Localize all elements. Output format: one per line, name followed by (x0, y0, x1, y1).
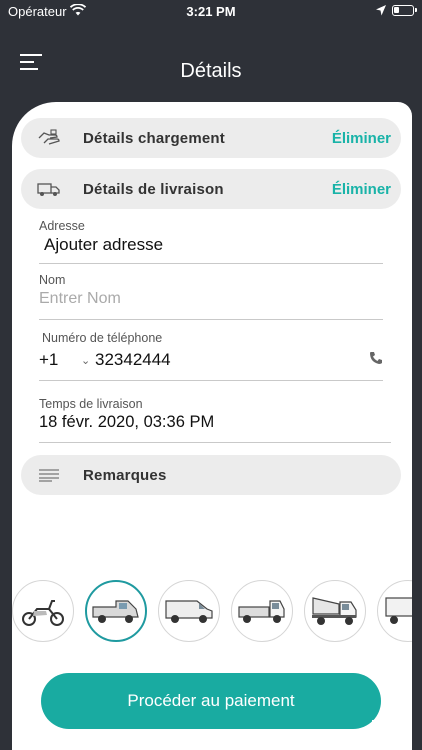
proceed-to-payment-button[interactable]: Procéder au paiement (41, 673, 381, 729)
name-label: Nom (39, 273, 66, 287)
chevron-down-icon[interactable]: ⌄ (81, 354, 93, 367)
vehicle-tipper-truck[interactable] (304, 580, 366, 642)
address-field[interactable]: Adresse Ajouter adresse (39, 219, 383, 264)
delivery-details-label: Détails de livraison (83, 180, 224, 198)
remarks-row[interactable]: Remarques (21, 455, 401, 495)
lines-icon (35, 468, 63, 482)
delivery-time-label: Temps de livraison (39, 397, 143, 411)
country-code-select[interactable]: +1 (39, 350, 81, 370)
clock: 3:21 PM (186, 4, 236, 19)
delivery-remove-link[interactable]: Éliminer (332, 181, 391, 198)
truck-icon (35, 181, 63, 197)
name-field[interactable]: Nom Entrer Nom (39, 273, 383, 320)
page-title: Détails (180, 60, 242, 82)
vehicle-scooter[interactable] (12, 580, 74, 642)
address-value[interactable]: Ajouter adresse (44, 235, 383, 255)
pickup-icon (92, 600, 139, 623)
vehicle-selector (12, 578, 412, 644)
phone-number-input[interactable]: 32342444 (95, 350, 369, 370)
tipper-truck-icon (312, 597, 357, 625)
vehicle-van[interactable] (158, 580, 220, 642)
details-card: Détails chargement Éliminer Détails de l… (12, 102, 412, 750)
address-label: Adresse (39, 219, 85, 233)
loading-details-label: Détails chargement (83, 129, 225, 147)
delivery-time-value[interactable]: 18 févr. 2020, 03:36 PM (39, 413, 391, 432)
phone-field[interactable]: Numéro de téléphone +1 ⌄ 32342444 (39, 331, 383, 381)
box-truck-icon (385, 597, 412, 624)
van-icon (165, 600, 213, 623)
loading-details-row[interactable]: Détails chargement Éliminer (21, 118, 401, 158)
loading-hand-icon (35, 129, 63, 147)
delivery-time-field[interactable]: Temps de livraison 18 févr. 2020, 03:36 … (39, 397, 391, 443)
vehicle-pickup[interactable] (85, 580, 147, 642)
loading-remove-link[interactable]: Éliminer (332, 130, 391, 147)
phone-icon[interactable] (369, 351, 383, 370)
vehicle-box-truck[interactable] (377, 580, 412, 642)
name-input[interactable]: Entrer Nom (39, 290, 383, 308)
remarks-label: Remarques (83, 466, 167, 484)
status-bar: Opérateur 3:21 PM (0, 0, 422, 24)
battery-icon (392, 5, 417, 16)
vehicle-small-truck[interactable] (231, 580, 293, 642)
scooter-icon (22, 600, 64, 626)
small-truck-icon (238, 600, 285, 623)
location-arrow-icon (376, 4, 386, 19)
delivery-details-row[interactable]: Détails de livraison Éliminer (21, 169, 401, 209)
phone-label: Numéro de téléphone (42, 331, 163, 345)
